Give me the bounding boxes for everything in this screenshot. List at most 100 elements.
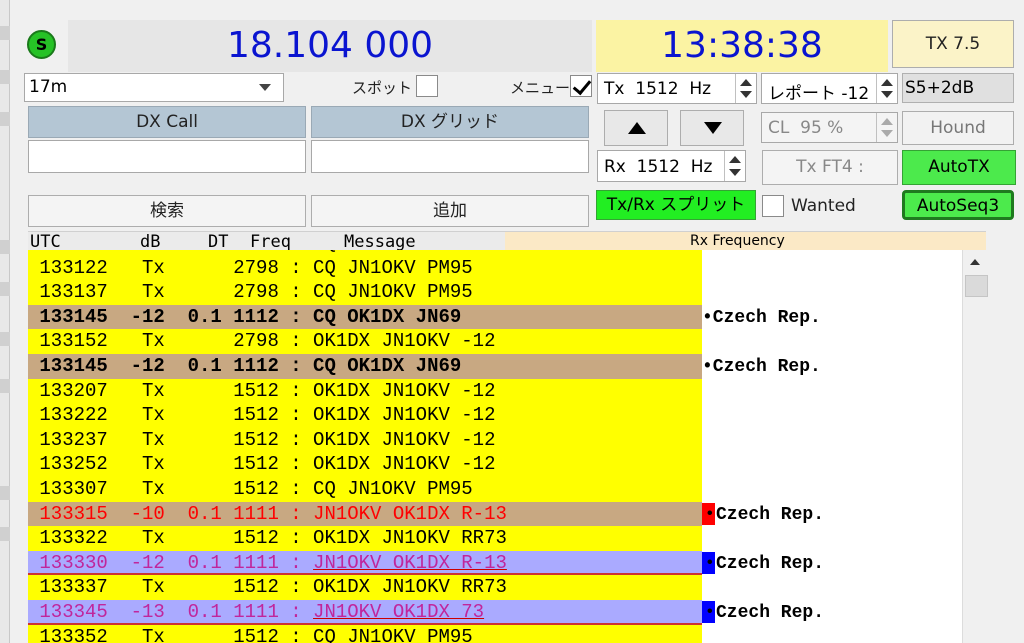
table-row[interactable]: 133315 -10 0.1 1111 : JN1OKV OK1DX R-13 bbox=[28, 501, 702, 527]
spot-checkbox[interactable] bbox=[416, 75, 438, 97]
row-fields: 133152 Tx 2798 : bbox=[28, 330, 314, 353]
table-row[interactable]: 133152 Tx 2798 : OK1DX JN1OKV -12 bbox=[28, 329, 702, 354]
row-message: OK1DX JN1OKV RR73 bbox=[313, 576, 507, 599]
freq-up-button[interactable] bbox=[604, 110, 668, 146]
spin-arrows-icon bbox=[876, 113, 897, 142]
spin-arrows-icon bbox=[735, 74, 756, 103]
table-row[interactable]: 133222 Tx 1512 : OK1DX JN1OKV -12 bbox=[28, 403, 702, 428]
tx-period-button[interactable]: TX 7.5 bbox=[892, 20, 1014, 68]
row-fields: 133207 Tx 1512 : bbox=[28, 379, 314, 402]
auto-tx-button[interactable]: AutoTX bbox=[902, 150, 1016, 185]
tx-rx-split-button[interactable]: Tx/Rx スプリット bbox=[596, 190, 756, 220]
col-dt: DT bbox=[208, 232, 229, 252]
dx-grid-label: DX グリッド bbox=[311, 106, 589, 138]
checkmark-icon bbox=[572, 75, 592, 96]
band-select[interactable]: 17m bbox=[24, 73, 284, 102]
table-row[interactable]: 133122 Tx 2798 : CQ JN1OKV PM95 bbox=[28, 255, 702, 281]
row-message: OK1DX JN1OKV -12 bbox=[313, 404, 496, 427]
row-message: CQ JN1OKV PM95 bbox=[313, 250, 473, 254]
row-message: CQ JN1OKV PM95 bbox=[313, 625, 473, 643]
table-row[interactable]: 133145 -12 0.1 1112 : CQ OK1DX JN69 bbox=[28, 354, 702, 379]
table-row[interactable]: 133137 Tx 2798 : CQ JN1OKV PM95 bbox=[28, 280, 702, 305]
tx-frequency-value: Tx 1512 Hz bbox=[604, 79, 712, 99]
rx-marker: • bbox=[702, 502, 715, 525]
dial-frequency: 18.104 000 bbox=[68, 20, 592, 72]
row-fields: 133145 -12 0.1 1112 : bbox=[28, 305, 314, 328]
band-select-value: 17m bbox=[29, 77, 68, 97]
table-row[interactable]: 133337 Tx 1512 : OK1DX JN1OKV RR73 bbox=[28, 575, 702, 600]
search-button[interactable]: 検索 bbox=[28, 195, 306, 227]
rx-frequency-value: Rx 1512 Hz bbox=[604, 157, 713, 177]
table-row[interactable]: 133237 Tx 1512 : OK1DX JN1OKV -12 bbox=[28, 427, 702, 453]
scroll-up-icon bbox=[970, 259, 980, 265]
rx-marker: • bbox=[702, 601, 715, 623]
row-fields: 133122 Tx 2798 : bbox=[28, 256, 314, 279]
row-fields: 133330 -12 0.1 1111 : bbox=[28, 551, 314, 574]
row-message: OK1DX JN1OKV RR73 bbox=[313, 527, 507, 550]
row-message: CQ JN1OKV PM95 bbox=[313, 256, 473, 279]
menu-label: メニュー bbox=[510, 79, 571, 97]
row-message: CQ JN1OKV PM95 bbox=[313, 281, 473, 304]
rx-country: •Czech Rep. bbox=[702, 357, 821, 377]
table-row[interactable]: 133352 Tx 1512 : CQ JN1OKV PM95 bbox=[28, 624, 702, 643]
triangle-up-icon bbox=[628, 122, 646, 134]
tx-mode-button[interactable]: Tx FT4 : bbox=[762, 150, 898, 185]
row-message: OK1DX JN1OKV -12 bbox=[313, 453, 496, 476]
table-row[interactable]: 133307 Tx 1512 : CQ JN1OKV PM95 bbox=[28, 477, 702, 502]
row-fields: 133337 Tx 1512 : bbox=[28, 576, 314, 599]
hound-button[interactable]: Hound bbox=[902, 111, 1014, 145]
rx-marker: • bbox=[702, 551, 715, 574]
wanted-checkbox[interactable] bbox=[762, 195, 784, 217]
table-row[interactable]: 133322 Tx 1512 : OK1DX JN1OKV RR73 bbox=[28, 526, 702, 551]
left-panel-edge bbox=[0, 0, 10, 643]
row-fields: 133307 Tx 1512 : bbox=[28, 478, 314, 500]
col-db: dB bbox=[140, 232, 161, 252]
spot-label: スポット bbox=[352, 79, 413, 97]
message-list[interactable]: 133111 Tx 2798 : CQ JN1OKV PM95 133122 T… bbox=[28, 250, 962, 643]
spin-arrows-icon bbox=[724, 151, 745, 181]
row-fields: 133111 Tx 2798 : bbox=[28, 250, 313, 254]
table-row[interactable]: 133330 -12 0.1 1111 : JN1OKV OK1DX R-13 bbox=[28, 550, 702, 576]
row-message: JN1OKV OK1DX R-13 bbox=[313, 502, 507, 525]
table-row[interactable]: 133207 Tx 1512 : OK1DX JN1OKV -12 bbox=[28, 378, 702, 404]
row-fields: 133145 -12 0.1 1112 : bbox=[28, 355, 314, 377]
menu-checkbox[interactable] bbox=[570, 75, 592, 97]
cl-spinbox[interactable]: CL 95 % bbox=[761, 112, 898, 143]
rx-country: •Czech Rep. bbox=[702, 600, 960, 625]
scroll-thumb[interactable] bbox=[965, 275, 988, 297]
auto-seq-button[interactable]: AutoSeq3 bbox=[902, 190, 1014, 220]
table-row[interactable]: 133345 -13 0.1 1111 : JN1OKV OK1DX 73 bbox=[28, 600, 702, 625]
report-spinbox[interactable]: レポート -12 bbox=[761, 73, 898, 104]
row-message: CQ JN1OKV PM95 bbox=[313, 478, 473, 500]
row-message: JN1OKV OK1DX R-13 bbox=[313, 551, 507, 574]
table-row[interactable]: 133145 -12 0.1 1112 : CQ OK1DX JN69 bbox=[28, 304, 702, 330]
table-row[interactable]: 133252 Tx 1512 : OK1DX JN1OKV -12 bbox=[28, 452, 702, 477]
row-message: CQ OK1DX JN69 bbox=[313, 305, 462, 328]
message-scrollbar[interactable] bbox=[962, 250, 988, 643]
rx-country: •Czech Rep. bbox=[702, 551, 960, 576]
row-fields: 133315 -10 0.1 1111 : bbox=[28, 502, 314, 525]
freq-down-button[interactable] bbox=[680, 110, 744, 146]
dx-grid-input[interactable] bbox=[311, 140, 589, 173]
add-button[interactable]: 追加 bbox=[311, 195, 589, 227]
row-message: CQ OK1DX JN69 bbox=[313, 355, 462, 377]
row-fields: 133252 Tx 1512 : bbox=[28, 453, 314, 476]
tx-frequency-spinbox[interactable]: Tx 1512 Hz bbox=[597, 73, 757, 104]
chevron-down-icon bbox=[259, 84, 271, 91]
spin-arrows-icon bbox=[876, 74, 897, 103]
wanted-label: Wanted bbox=[791, 196, 856, 216]
row-message: OK1DX JN1OKV -12 bbox=[313, 428, 496, 451]
col-message: Message bbox=[344, 232, 416, 252]
row-fields: 133222 Tx 1512 : bbox=[28, 404, 314, 427]
rx-country: •Czech Rep. bbox=[702, 307, 821, 328]
rx-frequency-spinbox[interactable]: Rx 1512 Hz bbox=[597, 150, 746, 182]
col-utc: UTC bbox=[30, 232, 61, 252]
row-fields: 133345 -13 0.1 1111 : bbox=[28, 601, 314, 623]
dx-call-input[interactable] bbox=[28, 140, 306, 173]
status-indicator: S bbox=[27, 30, 56, 59]
report-value: レポート -12 bbox=[768, 84, 870, 104]
table-header: UTC dB DT Freq Message Rx Frequency bbox=[28, 231, 986, 252]
row-fields: 133352 Tx 1512 : bbox=[28, 625, 314, 643]
row-message: JN1OKV OK1DX 73 bbox=[313, 601, 485, 623]
row-fields: 133237 Tx 1512 : bbox=[28, 428, 314, 451]
